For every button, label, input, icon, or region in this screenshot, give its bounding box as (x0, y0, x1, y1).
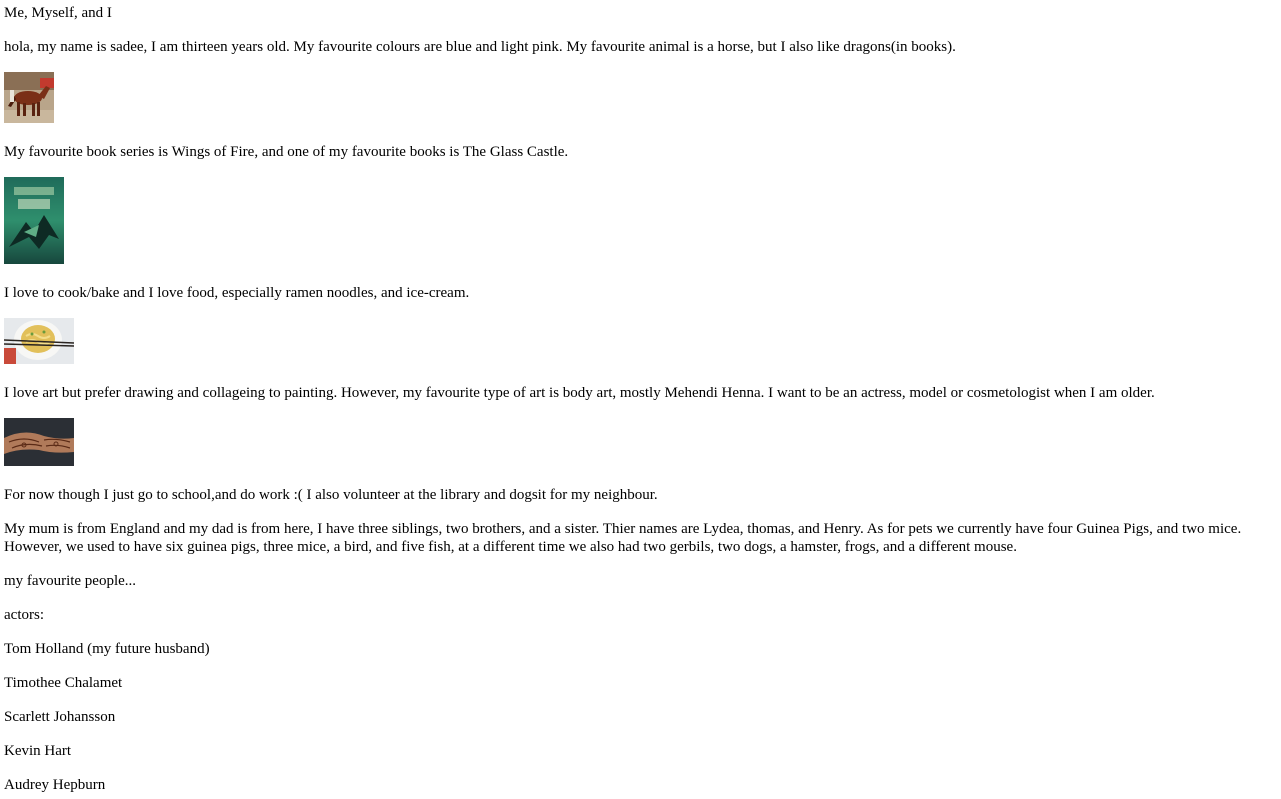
actor-item: Timothee Chalamet (4, 675, 123, 691)
page: Me, Myself, and I hola, my name is sadee… (0, 0, 1281, 799)
intro-paragraph: hola, my name is sadee, I am thirteen ye… (4, 39, 956, 55)
actor-item: Scarlett Johansson (4, 709, 116, 725)
horse-image (4, 72, 54, 123)
actor-item: Audrey Hepburn (4, 777, 106, 793)
actor-item: Kevin Hart (4, 743, 72, 759)
now-paragraph: For now though I just go to school,and d… (4, 487, 658, 503)
actor-item: Tom Holland (my future husband) (4, 641, 210, 657)
book-cover-image (4, 177, 64, 264)
food-paragraph: I love to cook/bake and I love food, esp… (4, 285, 470, 301)
people-heading: my favourite people... (4, 573, 137, 589)
books-paragraph: My favourite book series is Wings of Fir… (4, 144, 569, 160)
ramen-image (4, 318, 74, 364)
family-paragraph: My mum is from England and my dad is fro… (4, 521, 1242, 555)
page-title: Me, Myself, and I (4, 5, 112, 21)
art-paragraph: I love art but prefer drawing and collag… (4, 385, 1155, 401)
actors-heading: actors: (4, 607, 44, 623)
henna-hands-image (4, 418, 74, 466)
